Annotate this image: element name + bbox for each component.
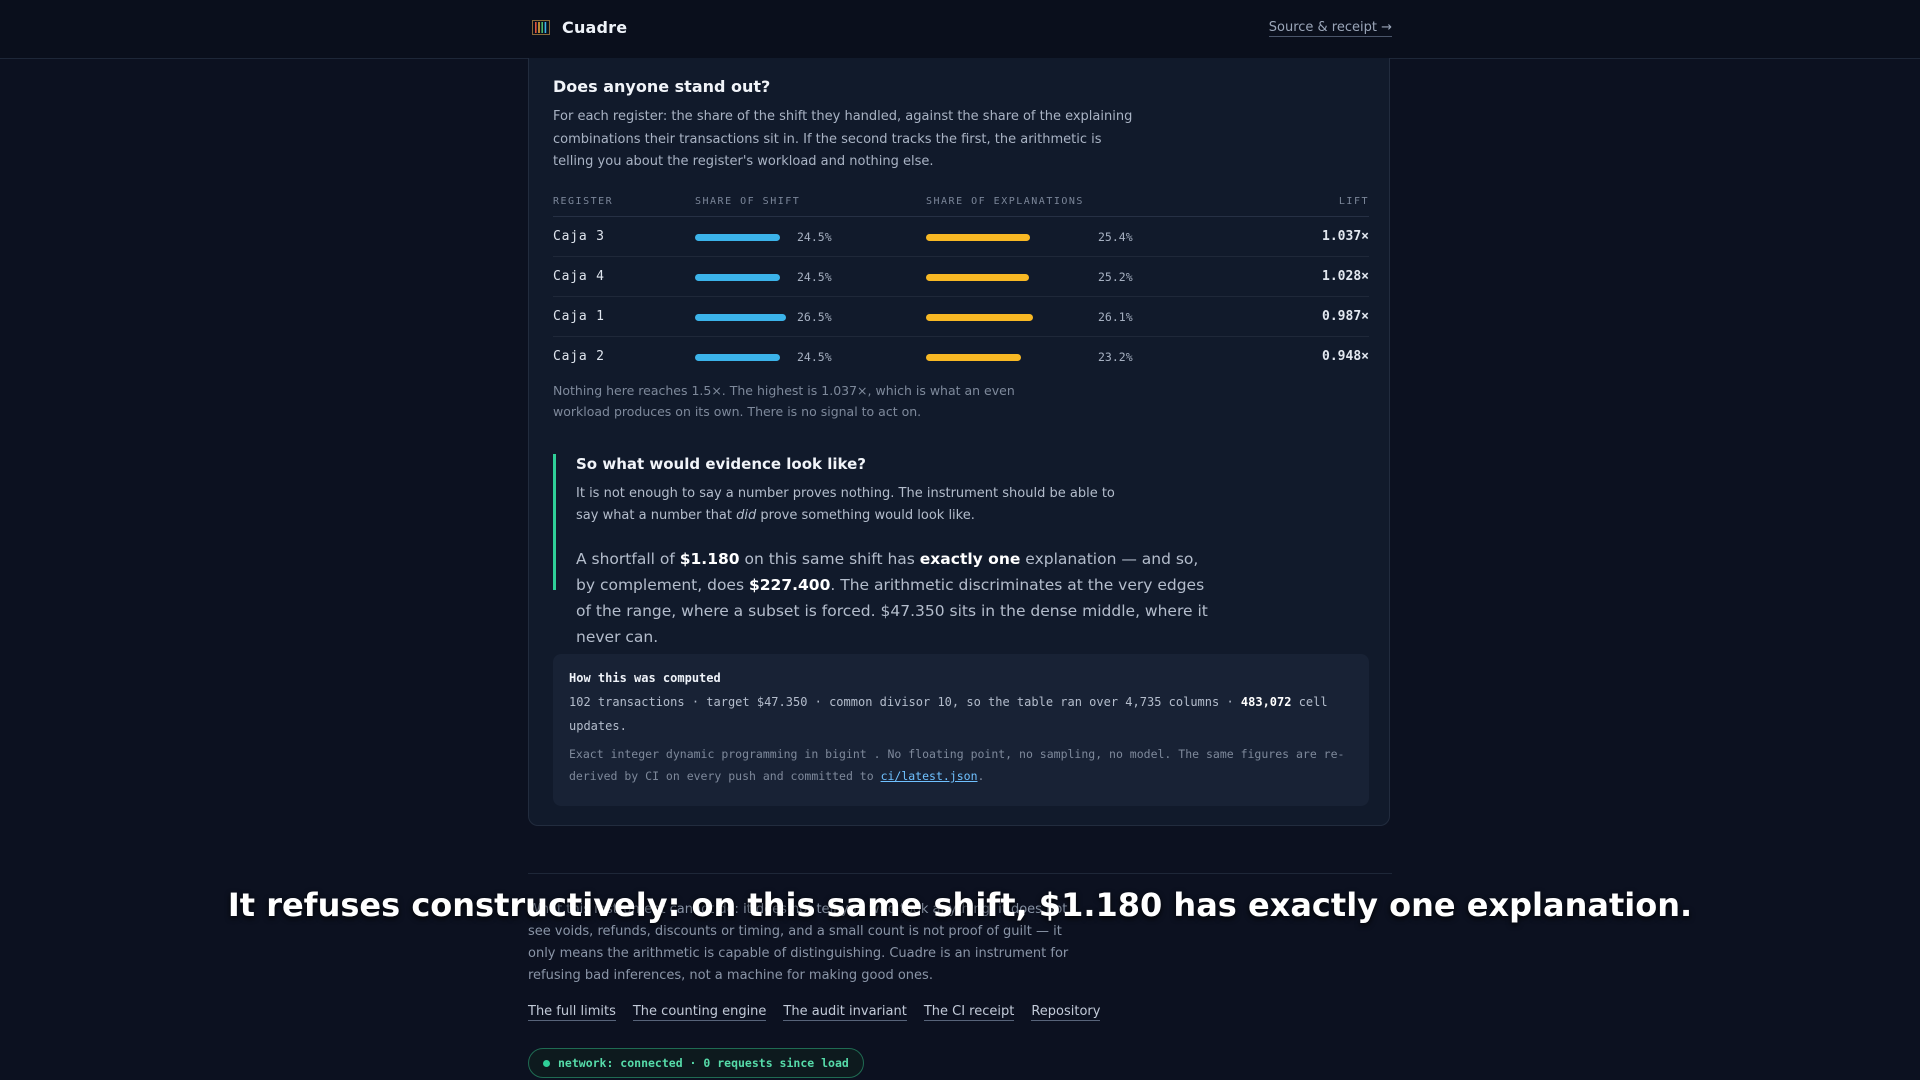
ci-latest-json-link[interactable]: ci/latest.json: [881, 769, 978, 783]
shift-share-bar: [695, 274, 780, 281]
lift-value: 0.987×: [1322, 309, 1369, 324]
shift-share-value: 24.5%: [797, 350, 832, 364]
table-header: REGISTER SHARE OF SHIFT SHARE OF EXPLANA…: [553, 188, 1369, 217]
brand-name: Cuadre: [562, 18, 628, 37]
link-full-limits[interactable]: The full limits: [528, 1004, 616, 1021]
shift-share-value: 26.5%: [797, 310, 832, 324]
link-counting-engine[interactable]: The counting engine: [632, 1004, 767, 1021]
link-audit-invariant[interactable]: The audit invariant: [783, 1004, 907, 1021]
column-share-of-shift: SHARE OF SHIFT: [695, 196, 801, 207]
explanation-share-bar: [926, 354, 1022, 361]
table-note: Nothing here reaches 1.5×. The highest i…: [553, 383, 1015, 419]
shift-share-bar: [695, 234, 780, 241]
register-name: Caja 4: [553, 269, 605, 284]
callout-paragraph-2: A shortfall of $1.180 on this same shift…: [576, 550, 1208, 646]
callout-title: So what would evidence look like?: [576, 455, 866, 473]
computation-method: Exact integer dynamic programming in big…: [569, 747, 1345, 783]
table-row: Caja 1 26.5% 26.1% 0.987×: [553, 297, 1369, 337]
explanation-share-value: 25.4%: [1098, 230, 1133, 244]
shift-share-value: 24.5%: [797, 230, 832, 244]
evidence-callout: So what would evidence look like? It is …: [553, 454, 1293, 646]
table-row: Caja 4 24.5% 25.2% 1.028×: [553, 257, 1369, 297]
table-row: Caja 2 24.5% 23.2% 0.948×: [553, 337, 1369, 376]
lift-value: 1.028×: [1322, 269, 1369, 284]
video-caption: It refuses constructively: on this same …: [227, 886, 1693, 924]
shift-share-value: 24.5%: [797, 270, 832, 284]
status-dot-icon: [543, 1059, 550, 1067]
column-register: REGISTER: [553, 196, 614, 207]
link-repository[interactable]: Repository: [1031, 1004, 1101, 1021]
register-table: REGISTER SHARE OF SHIFT SHARE OF EXPLANA…: [553, 188, 1369, 376]
top-bar: Cuadre Source & receipt →: [0, 0, 1920, 59]
shift-share-bar: [695, 354, 780, 361]
card-title: Does anyone stand out?: [553, 77, 771, 96]
network-status-text: network: connected · 0 requests since lo…: [558, 1056, 849, 1070]
lift-value: 1.037×: [1322, 229, 1369, 244]
explanation-share-value: 23.2%: [1098, 350, 1133, 364]
link-ci-receipt[interactable]: The CI receipt: [923, 1004, 1015, 1021]
shift-share-bar: [695, 314, 787, 321]
footer-links: The full limits The counting engine The …: [528, 1004, 1101, 1021]
register-name: Caja 3: [553, 229, 605, 244]
explanation-share-bar: [926, 314, 1034, 321]
lift-value: 0.948×: [1322, 349, 1369, 364]
standout-card: Does anyone stand out? For each register…: [528, 58, 1390, 826]
explanation-share-bar: [926, 234, 1031, 241]
table-row: Caja 3 24.5% 25.4% 1.037×: [553, 217, 1369, 257]
computation-box: How this was computed 102 transactions ·…: [553, 654, 1369, 806]
explanation-share-value: 26.1%: [1098, 310, 1133, 324]
column-lift: LIFT: [1338, 196, 1369, 207]
network-status-badge: network: connected · 0 requests since lo…: [528, 1048, 864, 1078]
abacus-icon: [532, 20, 550, 35]
computation-summary: 102 transactions · target $47.350 · comm…: [569, 695, 1328, 733]
column-share-of-explanations: SHARE OF EXPLANATIONS: [926, 196, 1084, 207]
source-receipt-link[interactable]: Source & receipt →: [1268, 20, 1392, 37]
section-divider: [528, 873, 1392, 874]
callout-paragraph-1: It is not enough to say a number proves …: [576, 486, 1115, 523]
register-name: Caja 1: [553, 309, 605, 324]
explanation-share-value: 25.2%: [1098, 270, 1133, 284]
brand[interactable]: Cuadre: [532, 18, 627, 37]
card-description: For each register: the share of the shif…: [553, 109, 1133, 169]
computation-title: How this was computed: [569, 671, 721, 685]
register-name: Caja 2: [553, 349, 605, 364]
explanation-share-bar: [926, 274, 1030, 281]
